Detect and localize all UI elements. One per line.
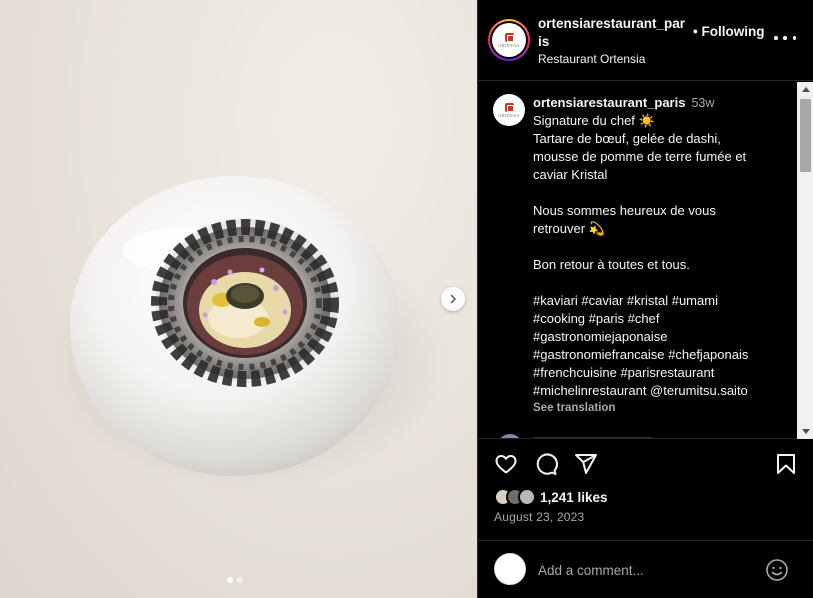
comment-preview bbox=[533, 437, 653, 438]
likes-count[interactable]: 1,241 likes bbox=[540, 490, 608, 505]
restaurant-logo-icon bbox=[504, 32, 514, 42]
caption-line: #michelinrestaurant @terumitsu.saito bbox=[533, 383, 748, 398]
chevron-right-icon bbox=[450, 294, 456, 304]
avatar[interactable]: ORTENSIA bbox=[492, 23, 526, 57]
caption-line: retrouver 💫 bbox=[533, 221, 605, 236]
caption-scrollbar[interactable] bbox=[797, 82, 813, 439]
scroll-down-arrow-icon[interactable] bbox=[802, 429, 810, 434]
caption-line: #frenchcuisine #parisrestaurant bbox=[533, 365, 715, 380]
caption-body: Signature du chef ☀️ Tartare de bœuf, gel… bbox=[533, 112, 793, 400]
comment-input[interactable] bbox=[538, 560, 748, 580]
scroll-up-arrow-icon[interactable] bbox=[802, 87, 810, 92]
caption-header-line: ortensiarestaurant_paris 53w bbox=[533, 95, 714, 110]
bookmark-icon bbox=[777, 454, 795, 474]
follow-status[interactable]: • Following bbox=[693, 24, 765, 39]
story-ring[interactable]: ORTENSIA bbox=[488, 19, 530, 61]
action-bar bbox=[478, 440, 813, 490]
more-options-button[interactable] bbox=[774, 28, 796, 48]
comment-avatar[interactable] bbox=[497, 434, 523, 438]
logo-text: ORTENSIA bbox=[498, 112, 520, 118]
see-translation-link[interactable]: See translation bbox=[533, 400, 793, 416]
logo-text: ORTENSIA bbox=[498, 42, 520, 48]
more-horizontal-icon bbox=[774, 36, 778, 40]
caption-line: #cooking #paris #chef bbox=[533, 311, 660, 326]
caption-scroll-area[interactable]: ORTENSIA ortensiarestaurant_paris 53w Sig… bbox=[478, 82, 813, 439]
caption-line: Bon retour à toutes et tous. bbox=[533, 257, 690, 272]
restaurant-logo-icon bbox=[504, 102, 514, 112]
current-user-avatar bbox=[494, 553, 526, 585]
liker-avatar[interactable] bbox=[518, 488, 536, 506]
caption-avatar[interactable]: ORTENSIA bbox=[493, 94, 525, 126]
post-photo[interactable] bbox=[0, 0, 477, 598]
emoji-icon bbox=[766, 559, 788, 581]
share-button[interactable] bbox=[574, 452, 598, 476]
header-username[interactable]: ortensiarestaurant_paris bbox=[538, 15, 688, 51]
post-side-panel: ORTENSIA ortensiarestaurant_paris • Foll… bbox=[477, 0, 813, 598]
carousel-dot bbox=[237, 577, 243, 583]
caption-line: #gastronomiejaponaise bbox=[533, 329, 668, 344]
post-header: ORTENSIA ortensiarestaurant_paris • Foll… bbox=[478, 0, 813, 81]
caption-timestamp[interactable]: 53w bbox=[691, 96, 714, 110]
comment-button[interactable] bbox=[534, 452, 558, 476]
share-icon bbox=[575, 454, 597, 474]
carousel-next-button[interactable] bbox=[441, 287, 465, 311]
header-location[interactable]: Restaurant Ortensia bbox=[538, 52, 645, 66]
comment-bar bbox=[478, 540, 813, 598]
caption-line: caviar Kristal bbox=[533, 167, 608, 182]
caption-line: #kaviari #caviar #kristal #umami bbox=[533, 293, 718, 308]
like-button[interactable] bbox=[494, 452, 518, 476]
caption: ortensiarestaurant_paris 53w Signature du… bbox=[533, 94, 793, 416]
carousel-dots bbox=[227, 577, 243, 583]
header-separator: • bbox=[693, 24, 698, 39]
caption-line: Signature du chef ☀️ bbox=[533, 113, 655, 128]
scrollbar-thumb[interactable] bbox=[800, 99, 811, 172]
post-date[interactable]: August 23, 2023 bbox=[494, 510, 584, 524]
caption-line: #gastronomiefrancaise #chefjaponais bbox=[533, 347, 749, 362]
heart-icon bbox=[495, 455, 517, 474]
caption-line: mousse de pomme de terre fumée et bbox=[533, 149, 747, 164]
caption-line: Tartare de bœuf, gelée de dashi, bbox=[533, 131, 721, 146]
emoji-button[interactable] bbox=[765, 558, 789, 582]
carousel-dot bbox=[227, 577, 233, 583]
comment-icon bbox=[536, 453, 558, 475]
save-button[interactable] bbox=[774, 452, 798, 476]
likes-summary[interactable]: 1,241 likes bbox=[494, 486, 608, 508]
caption-line: Nous sommes heureux de vous bbox=[533, 203, 716, 218]
caption-username[interactable]: ortensiarestaurant_paris bbox=[533, 95, 685, 110]
dish-illustration bbox=[50, 176, 450, 490]
following-button[interactable]: Following bbox=[702, 24, 765, 39]
